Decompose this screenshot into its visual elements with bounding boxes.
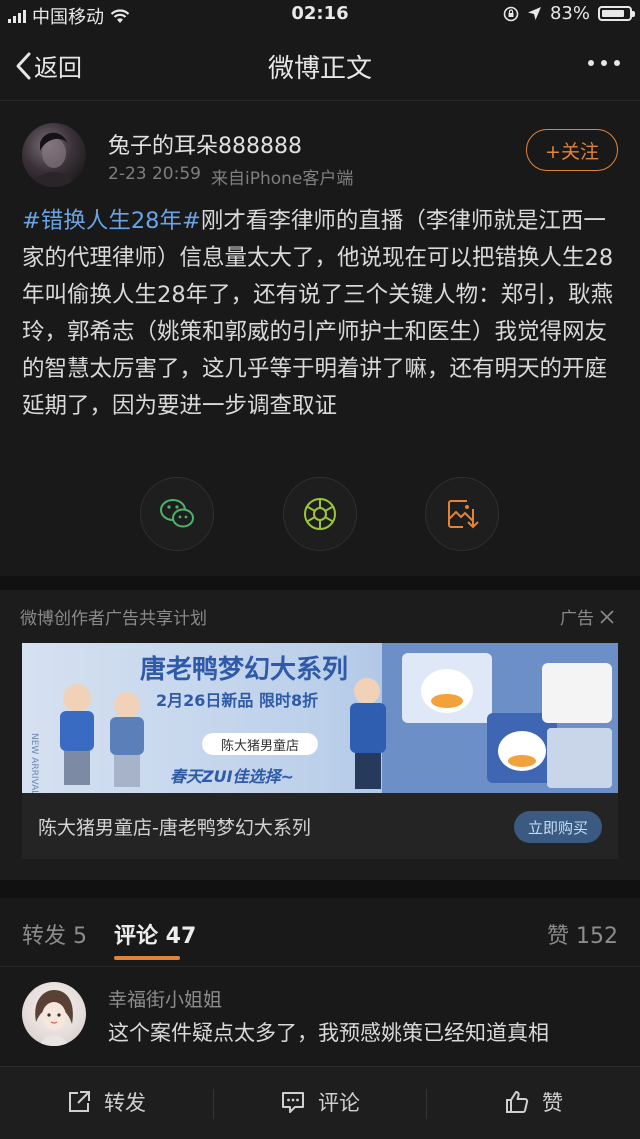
ad-tag: 广告	[560, 609, 594, 629]
author-avatar[interactable]	[22, 123, 86, 187]
ad-banner-slogan: 春天ZUI佳选择~	[170, 767, 294, 786]
hashtag-link[interactable]: #错换人生28年#	[22, 208, 201, 234]
comment-icon	[282, 1092, 304, 1113]
tab-repost[interactable]: 转发 5	[22, 918, 87, 950]
follow-button[interactable]: +关注	[526, 129, 618, 171]
commenter-avatar-image	[35, 990, 73, 1046]
wechat-icon	[160, 499, 194, 528]
nav-divider	[0, 100, 640, 101]
ad-banner-shop: 陈大猪男童店	[202, 733, 318, 755]
orientation-lock-icon	[503, 6, 519, 21]
location-icon	[527, 7, 541, 20]
bottom-action-bar: 转发 评论 赞	[0, 1066, 640, 1139]
ad-program-label: 微博创作者广告共享计划	[20, 609, 207, 629]
ad-product-name: 陈大猪男童店-唐老鸭梦幻大系列	[38, 817, 311, 839]
ad-banner-promo: 2月26日新品 限时8折	[156, 691, 319, 710]
commenter-avatar[interactable]	[22, 982, 86, 1046]
bottom-separator	[213, 1089, 214, 1119]
status-bar: 中国移动 02:16 83%	[0, 0, 640, 30]
status-right: 83%	[503, 3, 635, 24]
comment-button[interactable]: 评论	[280, 1087, 360, 1117]
ad-section: 微博创作者广告共享计划 广告 NEW ARRIVAL 唐老鸭梦幻大系列 2月26…	[0, 590, 640, 880]
section-gap	[0, 576, 640, 590]
battery-icon	[598, 6, 635, 21]
commenter-name[interactable]: 幸福街小姐姐	[108, 985, 222, 1012]
avatar-image	[32, 132, 76, 187]
ad-footer[interactable]: 陈大猪男童店-唐老鸭梦幻大系列 立即购买	[22, 793, 618, 859]
page-title: 微博正文	[267, 54, 372, 84]
thumbs-up-icon	[506, 1091, 529, 1113]
post-body: #错换人生28年#刚才看李律师的直播（李律师就是江西一家的代理律师）信息量太大了…	[22, 203, 618, 425]
like-label: 赞	[542, 1091, 563, 1115]
post-body-text: 刚才看李律师的直播（李律师就是江西一家的代理律师）信息量太大了，他说现在可以把错…	[22, 208, 614, 419]
tab-comment[interactable]: 评论 47	[114, 918, 196, 950]
more-options-icon[interactable]	[588, 60, 620, 66]
author-username[interactable]: 兔子的耳朵888888	[108, 128, 302, 160]
ad-close-button[interactable]: 广告	[560, 604, 614, 629]
battery-percent: 83%	[549, 3, 590, 24]
repost-icon	[69, 1091, 90, 1112]
share-wechat-button[interactable]	[140, 477, 214, 551]
battery-fill	[602, 10, 624, 17]
share-moments-button[interactable]	[283, 477, 357, 551]
repost-label: 转发	[104, 1091, 146, 1115]
bottom-separator	[426, 1089, 427, 1119]
like-button[interactable]: 赞	[504, 1087, 563, 1117]
tab-like[interactable]: 赞 152	[547, 918, 618, 950]
close-icon	[600, 609, 614, 624]
svg-text:NEW ARRIVAL: NEW ARRIVAL	[29, 733, 39, 793]
save-image-icon	[448, 500, 479, 529]
active-tab-indicator	[114, 956, 180, 960]
comment-label: 评论	[318, 1091, 360, 1115]
ad-banner-title: 唐老鸭梦幻大系列	[140, 655, 349, 685]
tabs-divider	[0, 966, 640, 967]
comment-text: 这个案件疑点太多了，我预感姚策已经知道真相	[108, 1021, 549, 1045]
ad-banner-image[interactable]: NEW ARRIVAL 唐老鸭梦幻大系列 2月26日新品 限时8折 陈大猪男童店…	[22, 643, 618, 793]
moments-aperture-icon	[304, 498, 336, 530]
post-source: 来自iPhone客户端	[210, 169, 354, 189]
repost-button[interactable]: 转发	[66, 1087, 146, 1117]
post-meta: 2-23 20:59 来自iPhone客户端	[108, 164, 353, 189]
buy-now-button[interactable]: 立即购买	[514, 811, 602, 843]
interaction-tabs: 转发 5 评论 47 赞 152	[0, 898, 640, 966]
nav-bar: 返回 微博正文	[0, 30, 640, 100]
section-gap-2	[0, 880, 640, 898]
save-image-button[interactable]	[425, 477, 499, 551]
post-time: 2-23 20:59	[108, 164, 201, 184]
